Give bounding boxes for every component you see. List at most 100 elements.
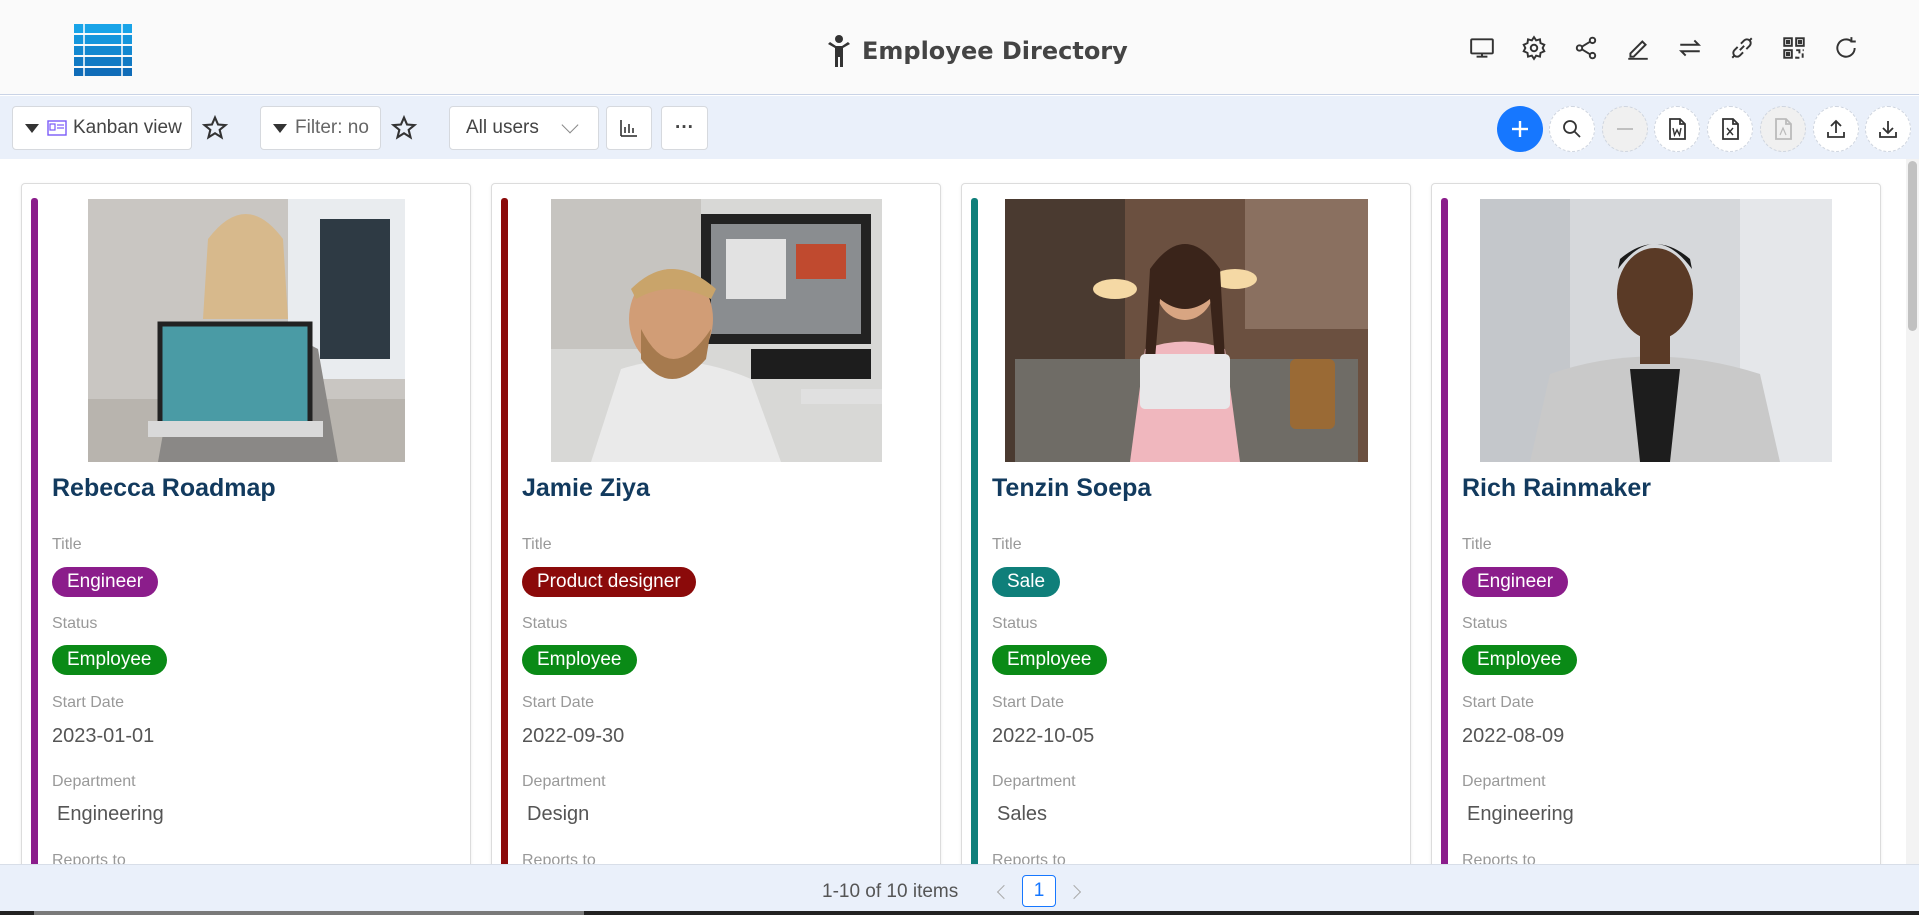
search-button[interactable]	[1549, 106, 1595, 152]
bar-chart-icon	[620, 120, 637, 137]
chevron-down-icon	[561, 116, 579, 134]
employee-photo	[1480, 199, 1832, 462]
start-date-value: 2022-08-09	[1462, 725, 1565, 747]
status-label: Status	[52, 615, 98, 632]
title-badge: Product designer	[522, 567, 696, 597]
kanban-board: Rebecca Roadmap Title Engineer Status Em…	[0, 159, 1906, 864]
filter-button[interactable]: Filter: no	[260, 106, 381, 150]
app-logo-icon[interactable]	[72, 22, 134, 78]
employee-name: Rebecca Roadmap	[52, 474, 276, 502]
view-switcher-button[interactable]: Kanban view	[12, 106, 192, 150]
scrollbar-thumb[interactable]	[1908, 161, 1917, 331]
status-badge: Employee	[52, 645, 167, 675]
chart-button[interactable]	[606, 106, 652, 150]
swap-icon[interactable]	[1668, 28, 1712, 68]
title-badge: Engineer	[1462, 567, 1569, 597]
employee-card[interactable]: Rich Rainmaker Title Engineer Status Emp…	[1431, 183, 1881, 864]
employee-card[interactable]: Tenzin Soepa Title Sale Status Employee …	[961, 183, 1411, 864]
pagination-bar: 1-10 of 10 items 1	[0, 864, 1919, 915]
employee-name: Rich Rainmaker	[1462, 474, 1651, 502]
department-value: Design	[527, 803, 590, 825]
edit-icon[interactable]	[1616, 28, 1660, 68]
reports-to-label: Reports to	[992, 852, 1066, 864]
upload-icon	[1827, 119, 1845, 138]
start-date-label: Start Date	[52, 694, 125, 711]
more-label: ···	[675, 117, 694, 138]
status-label: Status	[1462, 615, 1508, 632]
status-badge: Employee	[992, 645, 1107, 675]
pagination-summary: 1-10 of 10 items	[822, 881, 959, 902]
settings-icon[interactable]	[1512, 28, 1556, 68]
employee-photo	[88, 199, 405, 462]
employee-photo	[551, 199, 882, 462]
status-badge: Employee	[1462, 645, 1577, 675]
status-badge: Employee	[522, 645, 637, 675]
desktop-icon[interactable]	[1460, 28, 1504, 68]
qrcode-icon[interactable]	[1772, 28, 1816, 68]
excel-file-icon	[1722, 118, 1739, 140]
department-label: Department	[522, 773, 606, 790]
card-accent-bar	[501, 198, 508, 864]
department-value: Engineering	[1467, 803, 1574, 825]
favorite-view-star-icon[interactable]	[201, 114, 229, 142]
page-title-wrap: Employee Directory	[826, 34, 1128, 68]
reload-icon[interactable]	[1824, 28, 1868, 68]
vertical-scrollbar[interactable]	[1906, 159, 1919, 864]
employee-card[interactable]: Rebecca Roadmap Title Engineer Status Em…	[21, 183, 471, 864]
department-value: Engineering	[57, 803, 164, 825]
department-label: Department	[992, 773, 1076, 790]
title-label: Title	[52, 536, 82, 553]
card-accent-bar	[1441, 198, 1448, 864]
employee-name: Tenzin Soepa	[992, 474, 1152, 502]
view-switcher-label: Kanban view	[73, 117, 182, 138]
person-icon	[828, 35, 850, 67]
employee-card[interactable]: Jamie Ziya Title Product designer Status…	[491, 183, 941, 864]
bottom-edge	[0, 911, 1919, 915]
favorite-filter-star-icon[interactable]	[390, 114, 418, 142]
remove-button[interactable]	[1602, 106, 1648, 152]
page-button-current[interactable]: 1	[1022, 875, 1056, 907]
caret-down-icon	[273, 123, 287, 133]
department-label: Department	[1462, 773, 1546, 790]
title-label: Title	[992, 536, 1022, 553]
upload-button[interactable]	[1813, 106, 1859, 152]
share-icon[interactable]	[1564, 28, 1608, 68]
status-label: Status	[992, 615, 1038, 632]
app-header: Employee Directory	[0, 0, 1919, 95]
card-accent-bar	[971, 198, 978, 864]
caret-down-icon	[25, 123, 39, 133]
minus-icon	[1617, 128, 1633, 130]
pdf-file-icon	[1775, 118, 1792, 140]
start-date-label: Start Date	[1462, 694, 1535, 711]
reports-to-label: Reports to	[1462, 852, 1536, 864]
users-select-value: All users	[466, 117, 539, 138]
add-record-button[interactable]	[1497, 106, 1543, 152]
link-icon[interactable]	[1720, 28, 1764, 68]
status-label: Status	[522, 615, 568, 632]
title-badge: Engineer	[52, 567, 159, 597]
employee-photo	[1005, 199, 1368, 462]
start-date-label: Start Date	[522, 694, 595, 711]
export-word-button[interactable]	[1654, 106, 1700, 152]
next-page-icon[interactable]	[1067, 883, 1085, 901]
download-button[interactable]	[1865, 106, 1911, 152]
reports-to-label: Reports to	[522, 852, 596, 864]
export-pdf-button[interactable]	[1760, 106, 1806, 152]
plus-icon	[1512, 121, 1528, 137]
users-select[interactable]: All users	[449, 106, 599, 150]
search-icon	[1563, 120, 1581, 138]
download-icon	[1879, 121, 1897, 138]
card-accent-bar	[31, 198, 38, 864]
department-label: Department	[52, 773, 136, 790]
word-file-icon	[1669, 118, 1686, 140]
title-badge: Sale	[992, 567, 1061, 597]
title-label: Title	[1462, 536, 1492, 553]
prev-page-icon[interactable]	[993, 883, 1011, 901]
title-label: Title	[522, 536, 552, 553]
department-value: Sales	[997, 803, 1048, 825]
kanban-view-icon	[47, 120, 67, 136]
start-date-value: 2022-10-05	[992, 725, 1095, 747]
export-excel-button[interactable]	[1707, 106, 1753, 152]
more-button[interactable]: ···	[661, 106, 708, 150]
start-date-value: 2022-09-30	[522, 725, 625, 747]
